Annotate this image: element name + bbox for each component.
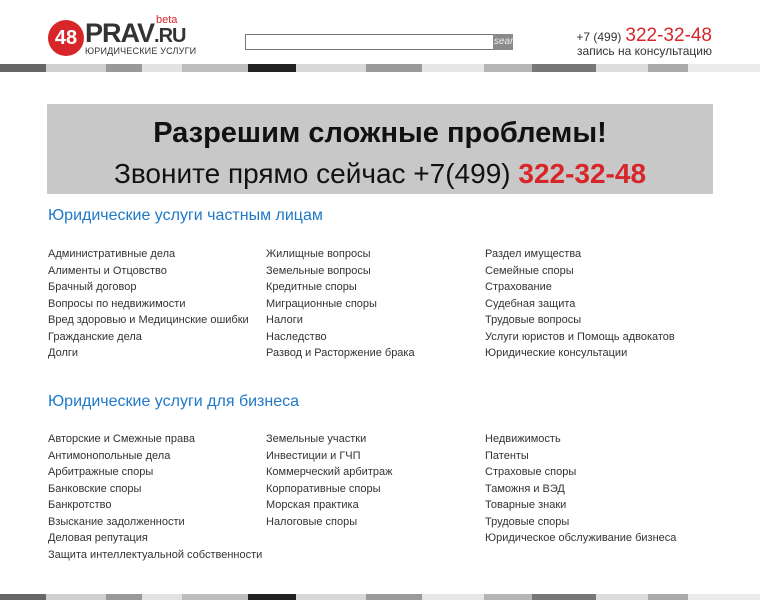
service-link[interactable]: Страхование bbox=[485, 279, 705, 296]
phone-number[interactable]: 322-32-48 bbox=[625, 25, 712, 46]
service-link[interactable]: Банкротство bbox=[48, 497, 268, 514]
site-header: 48 PRAV.RU beta ЮРИДИЧЕСКИЕ УСЛУГИ searc… bbox=[0, 0, 760, 62]
service-link[interactable]: Деловая репутация bbox=[48, 530, 268, 547]
contact-phone: +7 (499) 322-32-48 запись на консультацию bbox=[492, 25, 712, 58]
service-link[interactable]: Юридические консультации bbox=[485, 345, 705, 362]
service-link[interactable]: Патенты bbox=[485, 448, 705, 465]
service-link[interactable]: Брачный договор bbox=[48, 279, 268, 296]
service-link[interactable]: Защита интеллектуальной собственности bbox=[48, 547, 268, 564]
decorative-stripe bbox=[0, 64, 760, 72]
service-link[interactable]: Услуги юристов и Помощь адвокатов bbox=[485, 329, 705, 346]
business-column-3: Недвижимость Патенты Страховые споры Там… bbox=[485, 431, 705, 547]
service-link[interactable]: Трудовые споры bbox=[485, 514, 705, 531]
service-link[interactable]: Кредитные споры bbox=[266, 279, 486, 296]
search-input[interactable] bbox=[245, 34, 495, 50]
service-link[interactable]: Страховые споры bbox=[485, 464, 705, 481]
banner-phone-number[interactable]: 322-32-48 bbox=[518, 158, 646, 189]
business-column-2: Земельные участки Инвестиции и ГЧП Комме… bbox=[266, 431, 486, 530]
service-link[interactable]: Алименты и Отцовство bbox=[48, 263, 268, 280]
logo-beta-label: beta bbox=[156, 14, 178, 26]
private-column-2: Жилищные вопросы Земельные вопросы Креди… bbox=[266, 246, 486, 362]
service-link[interactable]: Налоги bbox=[266, 312, 486, 329]
service-link[interactable]: Судебная защита bbox=[485, 296, 705, 313]
service-link[interactable]: Банковские споры bbox=[48, 481, 268, 498]
private-column-3: Раздел имущества Семейные споры Страхова… bbox=[485, 246, 705, 362]
service-link[interactable]: Морская практика bbox=[266, 497, 486, 514]
service-link[interactable]: Антимонопольные дела bbox=[48, 448, 268, 465]
service-link[interactable]: Трудовые вопросы bbox=[485, 312, 705, 329]
service-link[interactable]: Земельные участки bbox=[266, 431, 486, 448]
banner-headline: Разрешим сложные проблемы! bbox=[153, 117, 607, 149]
business-column-1: Авторские и Смежные права Антимонопольны… bbox=[48, 431, 268, 563]
service-link[interactable]: Арбитражные споры bbox=[48, 464, 268, 481]
service-link[interactable]: Взыскание задолженности bbox=[48, 514, 268, 531]
logo-badge: 48 bbox=[48, 20, 84, 56]
service-link[interactable]: Раздел имущества bbox=[485, 246, 705, 263]
service-link[interactable]: Таможня и ВЭД bbox=[485, 481, 705, 498]
service-link[interactable]: Жилищные вопросы bbox=[266, 246, 486, 263]
site-logo[interactable]: 48 PRAV.RU beta ЮРИДИЧЕСКИЕ УСЛУГИ bbox=[48, 14, 196, 58]
service-link[interactable]: Административные дела bbox=[48, 246, 268, 263]
service-link[interactable]: Товарные знаки bbox=[485, 497, 705, 514]
footer-stripe bbox=[0, 594, 760, 600]
search-form: search bbox=[245, 34, 513, 50]
private-column-1: Административные дела Алименты и Отцовст… bbox=[48, 246, 268, 362]
service-link[interactable]: Вопросы по недвижимости bbox=[48, 296, 268, 313]
service-link[interactable]: Вред здоровью и Медицинские ошибки bbox=[48, 312, 268, 329]
service-link[interactable]: Инвестиции и ГЧП bbox=[266, 448, 486, 465]
phone-prefix: +7 (499) bbox=[576, 30, 622, 44]
service-link[interactable]: Долги bbox=[48, 345, 268, 362]
service-link[interactable]: Миграционные споры bbox=[266, 296, 486, 313]
service-link[interactable]: Развод и Расторжение брака bbox=[266, 345, 486, 362]
service-link[interactable]: Коммерческий арбитраж bbox=[266, 464, 486, 481]
logo-subtitle: ЮРИДИЧЕСКИЕ УСЛУГИ bbox=[85, 46, 197, 56]
service-link[interactable]: Наследство bbox=[266, 329, 486, 346]
consultation-link[interactable]: запись на консультацию bbox=[492, 45, 712, 57]
service-link[interactable]: Юридическое обслуживание бизнеса bbox=[485, 530, 705, 547]
service-link[interactable]: Земельные вопросы bbox=[266, 263, 486, 280]
service-link[interactable]: Гражданские дела bbox=[48, 329, 268, 346]
section-title-private[interactable]: Юридические услуги частным лицам bbox=[48, 207, 323, 225]
banner-call: Звоните прямо сейчас +7(499) 322-32-48 bbox=[113, 158, 647, 189]
promo-banner: Разрешим сложные проблемы! Звоните прямо… bbox=[47, 104, 713, 194]
service-link[interactable]: Налоговые споры bbox=[266, 514, 486, 531]
section-title-business[interactable]: Юридические услуги для бизнеса bbox=[48, 393, 299, 411]
service-link[interactable]: Семейные споры bbox=[485, 263, 705, 280]
service-link[interactable]: Корпоративные споры bbox=[266, 481, 486, 498]
service-link[interactable]: Недвижимость bbox=[485, 431, 705, 448]
service-link[interactable]: Авторские и Смежные права bbox=[48, 431, 268, 448]
